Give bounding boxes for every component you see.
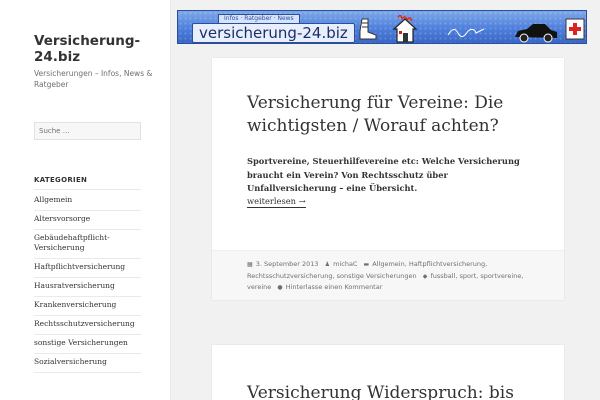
header-banner[interactable]: Infos · Ratgeber · News versicherung-24.… — [177, 10, 587, 44]
post-title[interactable]: Versicherung Widerspruch: bis — [247, 382, 547, 400]
search-input[interactable] — [34, 122, 141, 140]
post-title[interactable]: Versicherung für Vereine: Die wichtigste… — [247, 92, 537, 138]
category-link-gebaeudehaftpflicht[interactable]: Gebäudehaftpflicht-Versicherung — [34, 230, 141, 259]
read-more-link[interactable]: weiterlesen → — [247, 196, 306, 208]
category-list: Allgemein Altersvorsorge Gebäudehaftpfli… — [34, 192, 141, 373]
shoe-icon — [359, 18, 377, 40]
post-excerpt: Sportvereine, Steuerhilfevereine etc: We… — [247, 156, 520, 193]
category-label: Krankenversicherung — [34, 300, 117, 309]
calendar-icon: ▦ — [247, 261, 253, 268]
banner-site-name: versicherung-24.biz — [192, 23, 355, 43]
category-link-allgemein[interactable]: Allgemein — [34, 192, 141, 211]
site-title[interactable]: Versicherung-24.biz — [34, 33, 154, 65]
post-footer: ▦ 3. September 2013 ♟ michaC ▬ Allgemein… — [212, 250, 564, 300]
category-label: sonstige Versicherungen — [34, 338, 128, 347]
category-label: Rechtsschutzversicherung — [34, 319, 135, 328]
post-card: Versicherung für Vereine: Die wichtigste… — [212, 58, 564, 300]
post-date[interactable]: 3. September 2013 — [256, 260, 319, 268]
tag-icon: ◆ — [422, 272, 428, 280]
category-link-hausrat[interactable]: Hausratversicherung — [34, 278, 141, 297]
category-label: Sozialversicherung — [34, 357, 107, 366]
comment-icon: ● — [277, 284, 283, 291]
category-link-sonstige[interactable]: sonstige Versicherungen — [34, 335, 141, 354]
divider — [34, 189, 141, 190]
category-label: Hausratversicherung — [34, 281, 115, 290]
site-description: Versicherungen – Infos, News & Ratgeber — [34, 69, 153, 89]
car-icon — [515, 24, 557, 43]
burning-house-icon — [392, 14, 418, 43]
category-label: Gebäudehaftpflicht-Versicherung — [34, 233, 110, 252]
post-comments-link[interactable]: Hinterlasse einen Kommentar — [286, 283, 383, 291]
post-author[interactable]: michaC — [333, 260, 357, 268]
folder-icon: ▬ — [363, 261, 370, 268]
banner-tabs: Infos · Ratgeber · News — [218, 14, 300, 23]
first-aid-box-icon — [565, 18, 585, 40]
category-label: Haftpflichtversicherung — [34, 262, 126, 271]
post-meta: ▦ 3. September 2013 ♟ michaC ▬ Allgemein… — [247, 259, 537, 294]
author-icon: ♟ — [324, 261, 331, 268]
category-label: Altersvorsorge — [34, 214, 91, 223]
category-link-kranken[interactable]: Krankenversicherung — [34, 297, 141, 316]
categories-heading: KATEGORIEN — [34, 176, 88, 184]
post-card: Versicherung Widerspruch: bis — [212, 345, 564, 400]
category-link-haftpflicht[interactable]: Haftpflichtversicherung — [34, 259, 141, 278]
category-link-rechtsschutz[interactable]: Rechtsschutzversicherung — [34, 316, 141, 335]
category-label: Allgemein — [34, 195, 73, 204]
sidebar: Versicherung-24.biz Versicherungen – Inf… — [0, 0, 170, 400]
signature-icon — [447, 28, 485, 37]
category-link-sozial[interactable]: Sozialversicherung — [34, 354, 141, 373]
category-link-altersvorsorge[interactable]: Altersvorsorge — [34, 211, 141, 230]
